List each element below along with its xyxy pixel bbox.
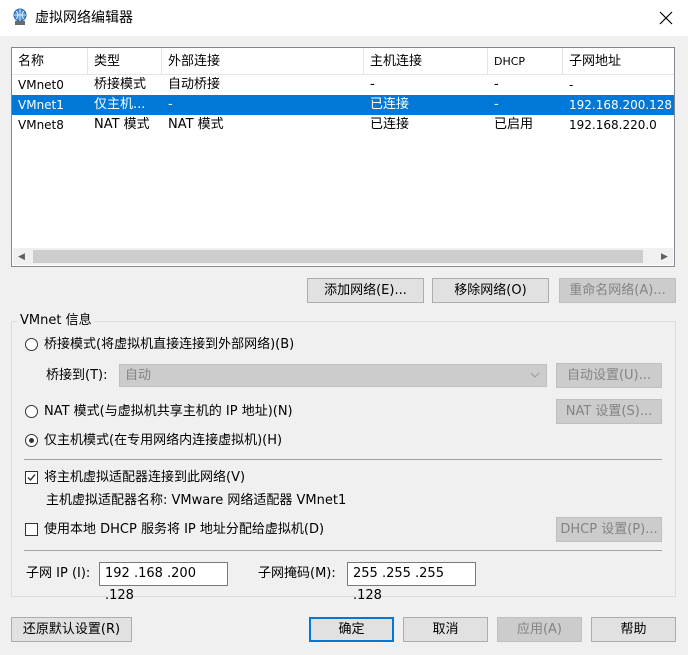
- rename-network-button[interactable]: 重命名网络(A)...: [559, 278, 676, 303]
- bridge-to-label: 桥接到(T):: [46, 368, 108, 383]
- subnet-ip-input[interactable]: 192 .168 .200 .128: [99, 562, 228, 603]
- cell-dhcp: -: [494, 77, 499, 92]
- column-header-name[interactable]: 名称: [12, 48, 88, 74]
- help-button[interactable]: 帮助: [591, 617, 676, 642]
- restore-defaults-button[interactable]: 还原默认设置(R): [11, 617, 132, 642]
- apply-button[interactable]: 应用(A): [497, 617, 582, 642]
- network-globe-icon: [13, 8, 27, 25]
- cell-external: 自动桥接: [168, 77, 221, 92]
- ok-button[interactable]: 确定: [309, 617, 394, 642]
- scrollbar-thumb[interactable]: [33, 250, 643, 263]
- nat-mode-label[interactable]: NAT 模式(与虚拟机共享主机的 IP 地址)(N): [44, 403, 293, 421]
- bridged-mode-label[interactable]: 桥接模式(将虚拟机直接连接到外部网络)(B): [44, 336, 294, 354]
- table-row[interactable]: VMnet8 NAT 模式 NAT 模式 已连接 已启用 192.168.220…: [12, 115, 674, 135]
- cell-name: VMnet0: [18, 78, 64, 92]
- dhcp-checkbox[interactable]: [25, 523, 38, 536]
- checkmark-icon: [27, 474, 36, 482]
- auto-settings-button[interactable]: 自动设置(U)...: [556, 363, 662, 388]
- nat-mode-radio[interactable]: [25, 405, 38, 418]
- divider: [24, 459, 662, 460]
- cell-host: -: [370, 77, 375, 92]
- column-header-dhcp[interactable]: DHCP: [488, 48, 563, 74]
- table-row[interactable]: VMnet0 桥接模式 自动桥接 - - -: [12, 75, 674, 95]
- title-bar: 虚拟网络编辑器: [0, 0, 688, 36]
- scroll-left-arrow-icon[interactable]: ◀: [13, 248, 30, 265]
- cell-subnet: -: [569, 78, 574, 92]
- host-only-mode-radio[interactable]: [25, 434, 38, 447]
- connect-adapter-label[interactable]: 将主机虚拟适配器连接到此网络(V): [44, 469, 245, 487]
- table-row-selected[interactable]: VMnet1 仅主机... - 已连接 - 192.168.200.128: [12, 95, 674, 115]
- chevron-down-icon: [530, 372, 540, 378]
- window-title: 虚拟网络编辑器: [35, 10, 133, 26]
- adapter-name-label: 主机虚拟适配器名称: VMware 网络适配器 VMnet1: [46, 493, 347, 508]
- subnet-mask-label: 子网掩码(M):: [258, 566, 336, 581]
- nat-settings-button[interactable]: NAT 设置(S)...: [556, 399, 662, 424]
- cell-host: 已连接: [370, 97, 410, 112]
- cancel-button[interactable]: 取消: [403, 617, 488, 642]
- column-header-external[interactable]: 外部连接: [162, 48, 364, 74]
- bridge-to-select[interactable]: 自动: [119, 364, 547, 387]
- cell-subnet: 192.168.200.128: [569, 98, 673, 112]
- connect-adapter-checkbox[interactable]: [25, 471, 38, 484]
- cell-type: 桥接模式: [94, 77, 147, 92]
- cell-name: VMnet1: [18, 98, 64, 112]
- cell-external: NAT 模式: [168, 117, 224, 132]
- cell-external: -: [168, 97, 173, 112]
- vmnet-info-label: VMnet 信息: [17, 313, 95, 329]
- cell-dhcp: 已启用: [494, 117, 534, 132]
- close-icon: [659, 11, 673, 25]
- subnet-mask-input[interactable]: 255 .255 .255 .128: [347, 562, 476, 603]
- cell-type: 仅主机...: [94, 97, 146, 112]
- horizontal-scrollbar[interactable]: ◀ ▶: [13, 248, 673, 265]
- column-header-subnet[interactable]: 子网地址: [563, 48, 674, 74]
- remove-network-button[interactable]: 移除网络(O): [432, 278, 549, 303]
- subnet-ip-label: 子网 IP (I):: [26, 566, 91, 581]
- close-button[interactable]: [650, 2, 682, 34]
- bridge-to-value: 自动: [125, 368, 152, 383]
- cell-host: 已连接: [370, 117, 410, 132]
- bridged-mode-radio[interactable]: [25, 338, 38, 351]
- cell-dhcp: -: [494, 97, 499, 112]
- cell-type: NAT 模式: [94, 117, 150, 132]
- column-header-type[interactable]: 类型: [88, 48, 162, 74]
- dhcp-label[interactable]: 使用本地 DHCP 服务将 IP 地址分配给虚拟机(D): [44, 521, 324, 539]
- scroll-right-arrow-icon[interactable]: ▶: [656, 248, 673, 265]
- cell-name: VMnet8: [18, 118, 64, 132]
- cell-subnet: 192.168.220.0: [569, 118, 657, 132]
- dhcp-settings-button[interactable]: DHCP 设置(P)...: [556, 517, 662, 542]
- divider: [24, 550, 662, 551]
- list-header: 名称 类型 外部连接 主机连接 DHCP 子网地址: [12, 48, 674, 75]
- column-header-host[interactable]: 主机连接: [364, 48, 488, 74]
- host-only-mode-label[interactable]: 仅主机模式(在专用网络内连接虚拟机)(H): [44, 432, 282, 450]
- add-network-button[interactable]: 添加网络(E)...: [307, 278, 424, 303]
- network-list[interactable]: 名称 类型 外部连接 主机连接 DHCP 子网地址 VMnet0 桥接模式 自动…: [11, 47, 675, 267]
